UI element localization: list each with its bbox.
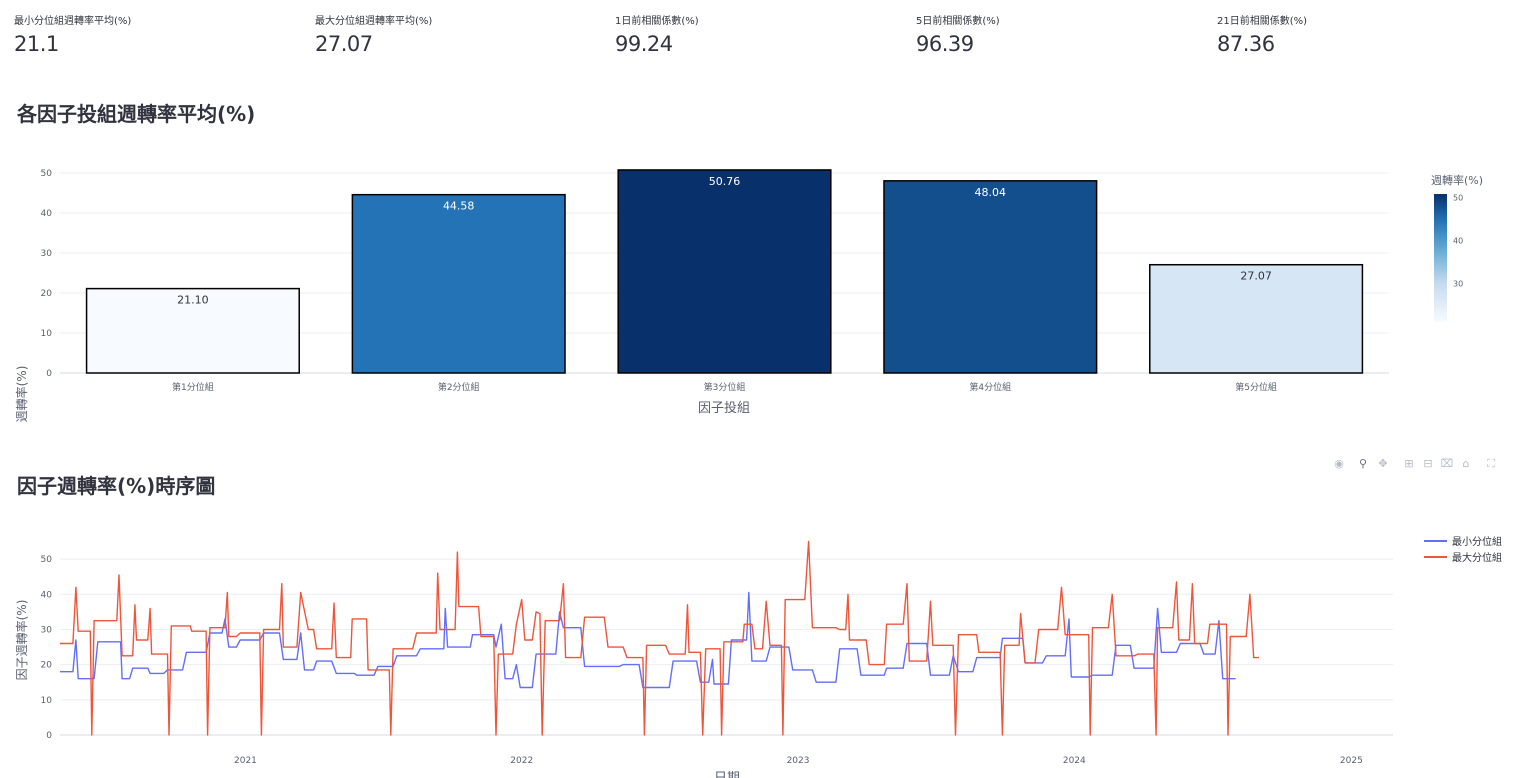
- bar-x-tick-label: 第4分位組: [969, 381, 1011, 393]
- metric-corr-5d: 5日前相關係數(%) 96.39: [916, 12, 1000, 56]
- autoscale-icon[interactable]: ⌧: [1440, 457, 1454, 471]
- zoom-icon[interactable]: ⚲: [1356, 457, 1370, 471]
- metric-label: 最小分位組週轉率平均(%): [14, 16, 132, 27]
- bar[interactable]: [617, 169, 832, 374]
- line-x-tick-label: 2025: [1340, 756, 1363, 766]
- metric-value: 99.24: [615, 32, 673, 56]
- line-y-tick-label: 30: [41, 625, 53, 635]
- bar-y-axis-title: 週轉率(%): [14, 366, 29, 423]
- line-x-tick-label: 2024: [1063, 756, 1086, 766]
- metric-value: 27.07: [315, 32, 373, 56]
- bar-y-tick-label: 20: [41, 289, 53, 299]
- line-x-tick-label: 2023: [787, 756, 810, 766]
- line-y-axis-title: 因子週轉率(%): [14, 600, 29, 681]
- bar-chart-title: 各因子投組週轉率平均(%): [17, 102, 256, 126]
- bar-value-label: 27.07: [1240, 270, 1272, 283]
- line-x-tick-label: 2022: [510, 756, 533, 766]
- line-x-axis-title: 日期: [714, 771, 740, 778]
- metric-min-quantile: 最小分位組週轉率平均(%) 21.1: [14, 12, 131, 56]
- metric-label: 5日前相關係數(%): [916, 16, 1000, 27]
- zoom-in-icon[interactable]: ⊞: [1402, 457, 1416, 471]
- line-chart[interactable]: 0 10 20 30 40 50 2021 2022 2023 2024 2025 因子週轉率(%…: [0, 508, 1521, 778]
- metric-label: 最大分位組週轉率平均(%): [315, 16, 433, 27]
- bar-value-label: 50.76: [709, 175, 741, 188]
- legend-item-series-2[interactable]: 最大分位組: [1424, 551, 1502, 564]
- chart-toolbar: ◉ ⚲ ✥ ⊞ ⊟ ⌧ ⌂ ⛶: [1330, 457, 1500, 473]
- bar-chart[interactable]: 0 10 20 30 40 50 21.10 44.58 50.76 48.04 27.07 第1…: [0, 128, 1521, 428]
- line-legend: 最小分位組 最大分位組: [1424, 535, 1502, 564]
- colorbar: 週轉率(%) 50 40 30: [1431, 173, 1483, 322]
- bar-y-tick-label: 50: [41, 169, 53, 179]
- timeseries-chart-title: 因子週轉率(%)時序圖: [17, 474, 216, 498]
- bar-value-label: 21.10: [177, 294, 209, 307]
- bar-y-tick-label: 10: [41, 329, 53, 339]
- colorbar-gradient: [1434, 194, 1447, 322]
- bar-x-tick-label: 第2分位組: [438, 381, 480, 393]
- line-y-tick-label: 20: [41, 661, 53, 671]
- zoom-out-icon[interactable]: ⊟: [1421, 457, 1435, 471]
- fullscreen-icon[interactable]: ⛶: [1484, 457, 1498, 471]
- colorbar-tick-label: 50: [1453, 193, 1463, 202]
- bar-value-label: 48.04: [975, 186, 1007, 199]
- metrics-row: 最小分位組週轉率平均(%) 21.1 最大分位組週轉率平均(%) 27.07 1…: [0, 0, 1521, 70]
- bar[interactable]: [883, 180, 1098, 374]
- metric-max-quantile: 最大分位組週轉率平均(%) 27.07: [315, 12, 432, 56]
- colorbar-title: 週轉率(%): [1431, 173, 1483, 187]
- line-series-2[interactable]: [60, 540, 1259, 736]
- legend-label: 最小分位組: [1452, 535, 1502, 548]
- bar[interactable]: [351, 193, 566, 374]
- camera-icon[interactable]: ◉: [1332, 457, 1346, 471]
- line-y-tick-label: 0: [46, 731, 52, 741]
- pan-icon[interactable]: ✥: [1376, 457, 1390, 471]
- colorbar-tick-label: 40: [1453, 236, 1463, 245]
- bar-y-tick-label: 0: [46, 369, 52, 379]
- bar-value-label: 44.58: [443, 200, 475, 213]
- line-y-tick-label: 10: [41, 696, 53, 706]
- legend-item-series-1[interactable]: 最小分位組: [1424, 535, 1502, 548]
- bar-x-axis-title: 因子投組: [698, 400, 750, 416]
- line-y-tick-label: 50: [41, 555, 53, 565]
- bar-x-tick-label: 第3分位組: [704, 381, 746, 393]
- colorbar-tick-label: 30: [1453, 280, 1463, 289]
- home-icon[interactable]: ⌂: [1459, 457, 1473, 471]
- metric-corr-21d: 21日前相關係數(%) 87.36: [1217, 12, 1307, 56]
- legend-label: 最大分位組: [1452, 551, 1502, 564]
- metric-corr-1d: 1日前相關係數(%) 99.24: [615, 12, 699, 56]
- line-y-tick-label: 40: [41, 590, 53, 600]
- bar-y-tick-label: 30: [41, 249, 53, 259]
- bar-x-tick-label: 第1分位組: [172, 381, 214, 393]
- bar-y-tick-label: 40: [41, 209, 53, 219]
- metric-value: 21.1: [14, 32, 59, 56]
- line-x-tick-label: 2021: [234, 756, 257, 766]
- metric-value: 87.36: [1217, 32, 1275, 56]
- metric-label: 1日前相關係數(%): [615, 16, 699, 27]
- metric-label: 21日前相關係數(%): [1217, 16, 1308, 27]
- bar-x-tick-label: 第5分位組: [1235, 381, 1277, 393]
- metric-value: 96.39: [916, 32, 974, 56]
